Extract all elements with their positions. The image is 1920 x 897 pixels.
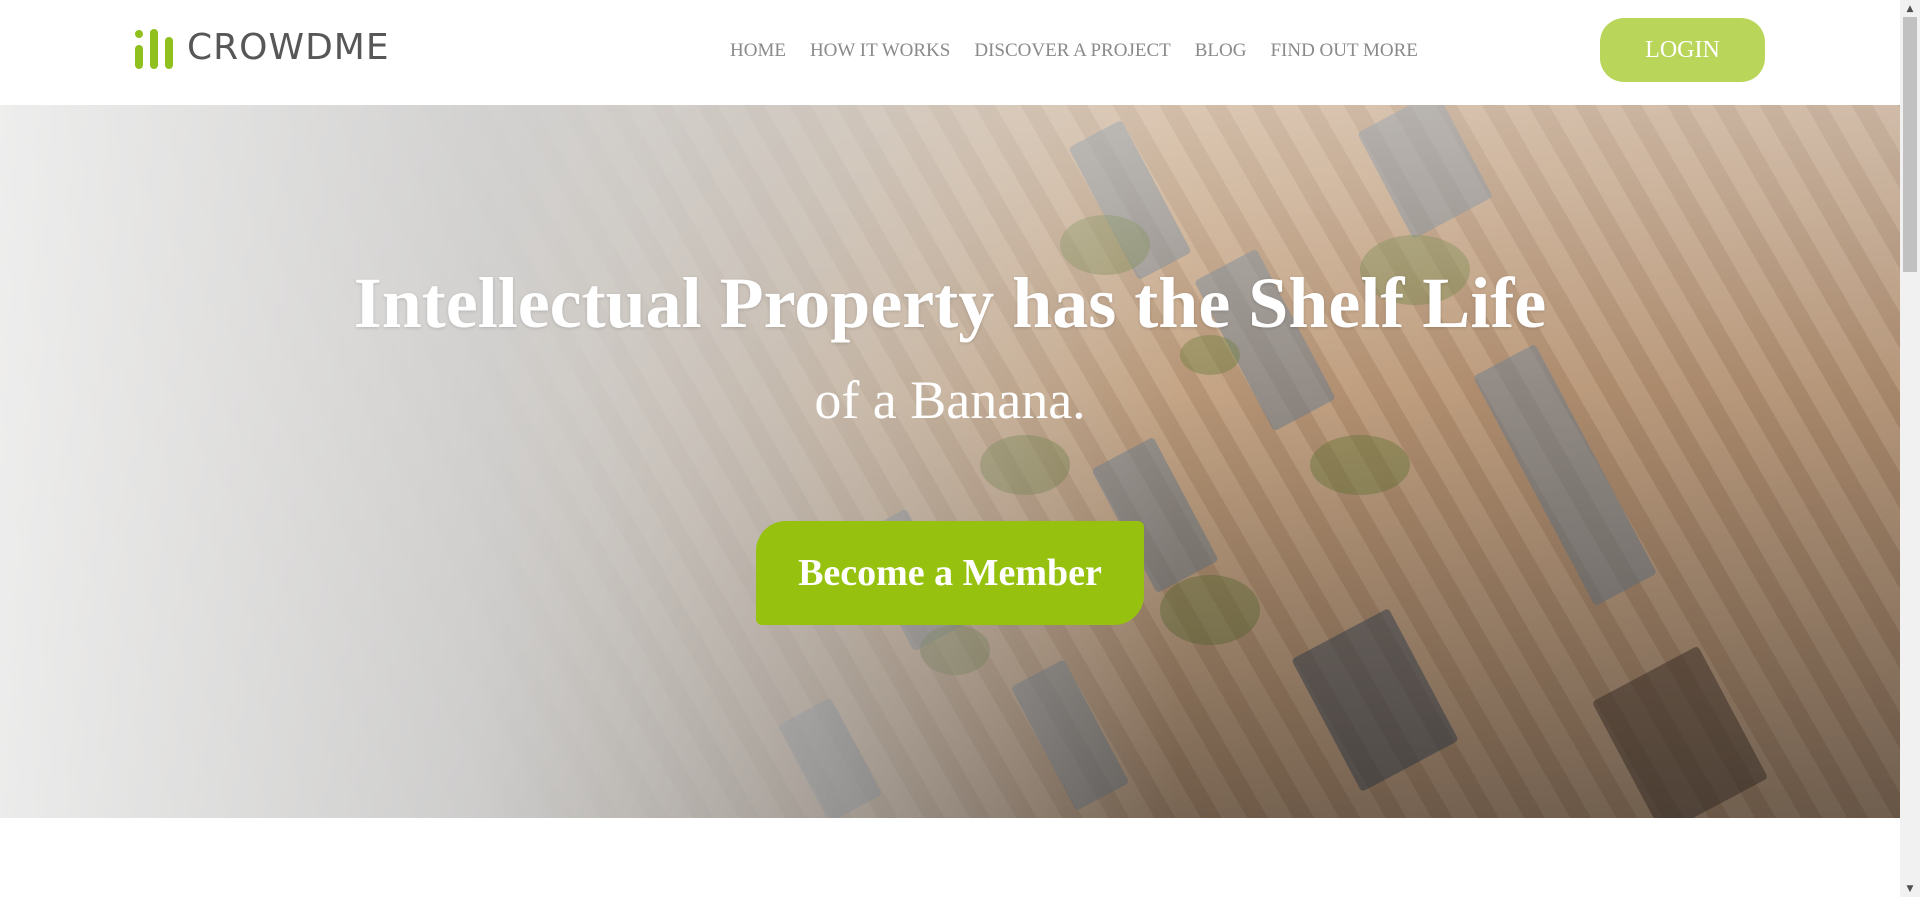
nav-item-find-out-more[interactable]: FIND OUT MORE bbox=[1270, 40, 1417, 62]
nav-item-blog[interactable]: BLOG bbox=[1195, 40, 1247, 62]
scroll-up-arrow-icon[interactable]: ▲ bbox=[1900, 0, 1920, 17]
page: CROWDME HOME HOW IT WORKS DISCOVER A PRO… bbox=[0, 0, 1900, 897]
hero-gradient-overlay bbox=[0, 105, 1900, 818]
page-scrollbar[interactable]: ▲ ▼ bbox=[1900, 0, 1920, 897]
hero-banner: Intellectual Property has the Shelf Life… bbox=[0, 105, 1900, 818]
site-header: CROWDME HOME HOW IT WORKS DISCOVER A PRO… bbox=[0, 0, 1900, 105]
hero-subtitle: of a Banana. bbox=[814, 370, 1086, 430]
become-member-button[interactable]: Become a Member bbox=[756, 521, 1144, 625]
scroll-down-arrow-icon[interactable]: ▼ bbox=[1900, 880, 1920, 897]
nav-item-discover-a-project[interactable]: DISCOVER A PROJECT bbox=[974, 40, 1170, 62]
scrollbar-thumb[interactable] bbox=[1903, 17, 1917, 272]
bar-chart-logo-icon bbox=[133, 25, 177, 71]
hero-title: Intellectual Property has the Shelf Life bbox=[353, 263, 1547, 343]
login-button[interactable]: LOGIN bbox=[1600, 18, 1765, 82]
main-nav: HOME HOW IT WORKS DISCOVER A PROJECT BLO… bbox=[730, 40, 1442, 62]
brand-name: CROWDME bbox=[187, 27, 390, 68]
nav-item-home[interactable]: HOME bbox=[730, 40, 786, 62]
brand-logo[interactable]: CROWDME bbox=[133, 25, 390, 71]
nav-item-how-it-works[interactable]: HOW IT WORKS bbox=[810, 40, 950, 62]
